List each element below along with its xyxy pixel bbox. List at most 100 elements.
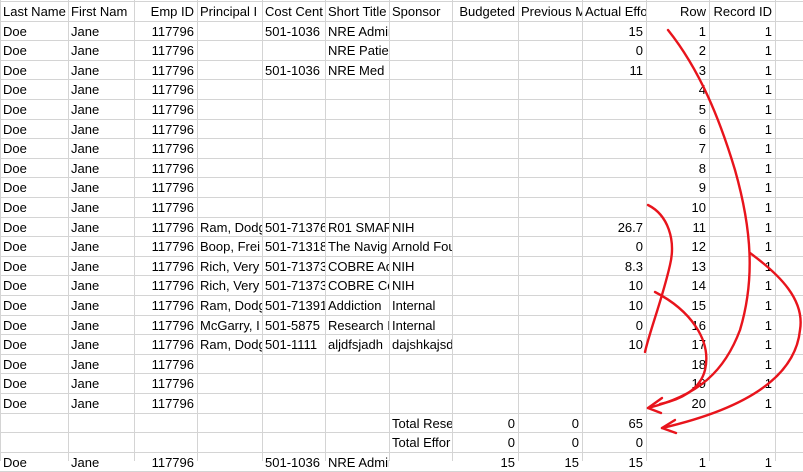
- table-cell[interactable]: 1: [709, 237, 775, 256]
- table-cell[interactable]: 9: [646, 178, 709, 197]
- table-cell[interactable]: Jane: [68, 41, 134, 60]
- column-header[interactable]: Row: [646, 2, 709, 21]
- spreadsheet[interactable]: Last Name First Nam Emp ID Principal I Cost …: [0, 0, 803, 472]
- table-cell[interactable]: 26.7: [582, 218, 646, 237]
- table-cell[interactable]: Doe: [0, 120, 68, 139]
- table-cell[interactable]: Boop, Frei: [197, 237, 262, 256]
- table-cell[interactable]: Doe: [0, 296, 68, 315]
- table-cell[interactable]: 12: [646, 237, 709, 256]
- table-cell[interactable]: 15: [646, 296, 709, 315]
- table-cell[interactable]: 1: [709, 159, 775, 178]
- table-cell[interactable]: Doe: [0, 61, 68, 80]
- table-cell[interactable]: 1: [709, 22, 775, 41]
- table-cell[interactable]: 501-5875: [262, 316, 325, 335]
- table-cell[interactable]: 117796: [134, 218, 197, 237]
- table-cell[interactable]: 501-1036: [262, 453, 325, 472]
- table-cell[interactable]: 15: [582, 22, 646, 41]
- table-cell[interactable]: Doe: [0, 316, 68, 335]
- column-header[interactable]: First Nam: [68, 2, 134, 21]
- table-cell[interactable]: 4: [646, 80, 709, 99]
- table-cell[interactable]: NIH: [389, 218, 452, 237]
- column-header[interactable]: Budgeted: [452, 2, 518, 21]
- table-cell[interactable]: Doe: [0, 257, 68, 276]
- table-cell[interactable]: Jane: [68, 296, 134, 315]
- table-cell[interactable]: Internal: [389, 296, 452, 315]
- table-cell[interactable]: 15: [518, 453, 582, 472]
- table-cell[interactable]: Doe: [0, 276, 68, 295]
- table-cell[interactable]: 8: [646, 159, 709, 178]
- column-header[interactable]: Sponsor: [389, 2, 452, 21]
- table-cell[interactable]: R01 SMAR: [325, 218, 389, 237]
- table-cell[interactable]: Jane: [68, 394, 134, 413]
- total-actual[interactable]: 65: [582, 414, 646, 433]
- table-cell[interactable]: The Navig: [325, 237, 389, 256]
- table-cell[interactable]: Jane: [68, 198, 134, 217]
- total-label[interactable]: Total Effor: [389, 433, 452, 452]
- column-header[interactable]: Cost Cent: [262, 2, 325, 21]
- table-cell[interactable]: 117796: [134, 237, 197, 256]
- table-cell[interactable]: 117796: [134, 120, 197, 139]
- table-cell[interactable]: 1: [709, 394, 775, 413]
- table-cell[interactable]: NRE Admin: [325, 22, 389, 41]
- column-header[interactable]: Last Name: [0, 2, 68, 21]
- table-cell[interactable]: 117796: [134, 335, 197, 354]
- table-cell[interactable]: 1: [709, 139, 775, 158]
- table-cell[interactable]: 10: [582, 296, 646, 315]
- table-cell[interactable]: 1: [709, 198, 775, 217]
- table-cell[interactable]: 501-1036: [262, 61, 325, 80]
- table-cell[interactable]: Jane: [68, 100, 134, 119]
- table-cell[interactable]: Doe: [0, 139, 68, 158]
- table-cell[interactable]: 1: [709, 374, 775, 393]
- table-cell[interactable]: Doe: [0, 453, 68, 472]
- table-cell[interactable]: Doe: [0, 237, 68, 256]
- table-cell[interactable]: 1: [709, 80, 775, 99]
- column-header[interactable]: Principal I: [197, 2, 262, 21]
- table-cell[interactable]: Doe: [0, 335, 68, 354]
- table-cell[interactable]: 1: [709, 276, 775, 295]
- table-cell[interactable]: 11: [582, 61, 646, 80]
- table-cell[interactable]: 1: [709, 218, 775, 237]
- table-cell[interactable]: 5: [646, 100, 709, 119]
- total-previous[interactable]: 0: [518, 433, 582, 452]
- table-cell[interactable]: 501-71376: [262, 218, 325, 237]
- table-cell[interactable]: Jane: [68, 316, 134, 335]
- column-header[interactable]: Actual Effo: [582, 2, 646, 21]
- table-cell[interactable]: 13: [646, 257, 709, 276]
- table-cell[interactable]: 117796: [134, 453, 197, 472]
- table-cell[interactable]: NRE Admin: [325, 453, 389, 472]
- table-cell[interactable]: 2: [646, 41, 709, 60]
- table-cell[interactable]: Jane: [68, 374, 134, 393]
- table-cell[interactable]: 19: [646, 374, 709, 393]
- table-cell[interactable]: Jane: [68, 335, 134, 354]
- table-cell[interactable]: 1: [709, 178, 775, 197]
- table-cell[interactable]: 117796: [134, 100, 197, 119]
- total-label[interactable]: Total Rese: [389, 414, 452, 433]
- table-cell[interactable]: Jane: [68, 453, 134, 472]
- table-cell[interactable]: Doe: [0, 355, 68, 374]
- table-cell[interactable]: 117796: [134, 276, 197, 295]
- table-cell[interactable]: 14: [646, 276, 709, 295]
- column-header[interactable]: Record ID: [709, 2, 775, 21]
- table-cell[interactable]: Research I: [325, 316, 389, 335]
- table-cell[interactable]: 117796: [134, 41, 197, 60]
- table-cell[interactable]: 1: [709, 316, 775, 335]
- table-cell[interactable]: 8.3: [582, 257, 646, 276]
- table-cell[interactable]: COBRE Co: [325, 276, 389, 295]
- table-cell[interactable]: 117796: [134, 61, 197, 80]
- table-cell[interactable]: 1: [709, 296, 775, 315]
- table-cell[interactable]: 1: [709, 61, 775, 80]
- table-cell[interactable]: 1: [709, 41, 775, 60]
- table-cell[interactable]: Addiction: [325, 296, 389, 315]
- table-cell[interactable]: 1: [709, 100, 775, 119]
- table-cell[interactable]: 1: [646, 453, 709, 472]
- table-cell[interactable]: 117796: [134, 374, 197, 393]
- table-cell[interactable]: Jane: [68, 120, 134, 139]
- table-cell[interactable]: 15: [582, 453, 646, 472]
- table-cell[interactable]: 0: [582, 237, 646, 256]
- total-budgeted[interactable]: 0: [452, 433, 518, 452]
- table-cell[interactable]: Doe: [0, 198, 68, 217]
- table-cell[interactable]: 17: [646, 335, 709, 354]
- table-cell[interactable]: Doe: [0, 80, 68, 99]
- table-cell[interactable]: Doe: [0, 178, 68, 197]
- table-cell[interactable]: 1: [709, 257, 775, 276]
